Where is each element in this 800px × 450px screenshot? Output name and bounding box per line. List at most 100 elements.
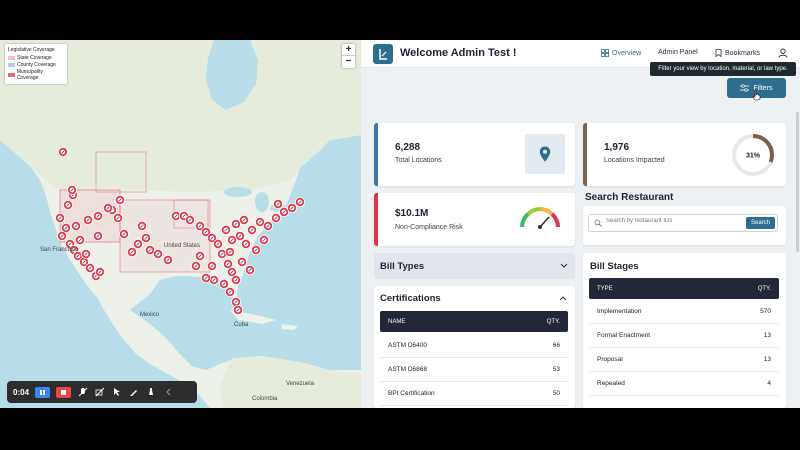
pause-button[interactable] [35, 386, 51, 398]
nav-admin-panel[interactable]: Admin Panel [658, 49, 698, 56]
map-marker[interactable] [218, 278, 229, 289]
map-marker[interactable] [75, 234, 86, 245]
map-marker[interactable] [184, 214, 195, 225]
map-marker[interactable] [127, 246, 138, 257]
restaurant-search-box[interactable]: Search [588, 214, 778, 232]
nav-bookmarks[interactable]: Bookmarks [715, 49, 760, 57]
camera-off-button[interactable] [94, 387, 105, 398]
map-marker[interactable] [230, 274, 241, 285]
map-marker[interactable] [93, 210, 104, 221]
map-marker[interactable] [132, 238, 143, 249]
map-marker[interactable] [258, 234, 269, 245]
non-compliance-label: Non-Compliance Risk [395, 224, 463, 231]
map-marker[interactable] [220, 224, 231, 235]
card-accent [583, 123, 587, 186]
total-locations-value: 6,288 [395, 142, 421, 153]
column-header-qty[interactable]: QTY. [547, 319, 560, 325]
map-marker[interactable] [226, 234, 237, 245]
map-marker[interactable] [270, 212, 281, 223]
stage-type: Implementation [597, 308, 642, 315]
map-marker[interactable] [286, 202, 297, 213]
bill-types-accordion[interactable]: Bill Types [374, 253, 575, 279]
highlighter-button[interactable] [145, 387, 156, 398]
map-marker[interactable] [190, 260, 201, 271]
map-marker[interactable] [81, 248, 92, 259]
certifications-card: Certifications NAME QTY. ASTM D6400 66 A… [374, 286, 575, 408]
table-row[interactable]: Formal Enactment 13 [589, 324, 779, 348]
restaurant-search-button[interactable]: Search [746, 217, 775, 229]
recorder-time: 0:04 [13, 387, 30, 397]
map-marker[interactable] [250, 244, 261, 255]
nav-overview[interactable]: Overview [601, 49, 641, 57]
map-marker[interactable] [294, 196, 305, 207]
legend-label: State Coverage [17, 55, 52, 61]
map-marker[interactable] [85, 262, 96, 273]
map-marker[interactable] [67, 184, 78, 195]
chevron-up-icon[interactable] [559, 295, 567, 301]
map-marker[interactable] [71, 220, 82, 231]
zoom-out-button[interactable]: − [342, 56, 355, 68]
app-logo[interactable] [373, 44, 393, 64]
map-marker[interactable] [58, 147, 69, 158]
map-marker[interactable] [83, 214, 94, 225]
zoom-in-button[interactable]: + [342, 44, 355, 56]
column-header-name[interactable]: NAME [388, 319, 405, 325]
coverage-map[interactable]: United States San Francisco Mexico Cuba … [0, 40, 361, 408]
map-marker[interactable] [246, 224, 257, 235]
table-row[interactable]: Repealed 4 [589, 372, 779, 396]
collapse-toolbar-button[interactable] [162, 387, 173, 398]
map-marker[interactable] [113, 212, 124, 223]
stage-qty: 4 [767, 380, 771, 387]
map-marker[interactable] [93, 230, 104, 241]
map-marker[interactable] [162, 254, 173, 265]
stage-qty: 570 [760, 308, 771, 315]
user-icon [778, 48, 788, 58]
map-marker[interactable] [236, 256, 247, 267]
map-marker[interactable] [103, 202, 114, 213]
map-marker[interactable] [63, 199, 74, 210]
grid-icon [601, 49, 609, 57]
pointer-button[interactable] [111, 387, 122, 398]
map-marker[interactable] [238, 214, 249, 225]
table-row[interactable]: ASTM D6868 53 [380, 358, 568, 382]
map-marker[interactable] [212, 238, 223, 249]
map-marker[interactable] [152, 248, 163, 259]
legend-label: County Coverage [17, 62, 56, 68]
cert-qty: 53 [552, 366, 560, 373]
map-marker[interactable] [272, 198, 283, 209]
map-marker[interactable] [136, 220, 147, 231]
stop-button[interactable] [56, 386, 72, 398]
map-marker[interactable] [262, 220, 273, 231]
recorder-toolbar: 0:04 [7, 381, 197, 403]
impact-percent: 31% [746, 153, 761, 160]
map-marker[interactable] [200, 272, 211, 283]
map-marker[interactable] [240, 238, 251, 249]
table-row[interactable]: ASTM D6400 66 [380, 334, 568, 358]
mic-off-button[interactable] [77, 387, 88, 398]
filters-tooltip: Filter your view by location, material, … [650, 62, 796, 76]
column-header-qty[interactable]: QTY. [758, 286, 771, 292]
column-header-type[interactable]: TYPE [597, 286, 613, 292]
map-marker[interactable] [194, 250, 205, 261]
map-label-united-states: United States [164, 243, 201, 249]
map-marker[interactable] [232, 304, 243, 315]
user-profile-button[interactable] [778, 48, 788, 58]
certifications-title: Certifications [380, 293, 441, 304]
map-marker[interactable] [224, 286, 235, 297]
table-row[interactable]: Proposal 13 [589, 348, 779, 372]
map-marker[interactable] [95, 266, 106, 277]
map-marker[interactable] [244, 264, 255, 275]
map-marker[interactable] [55, 212, 66, 223]
table-row[interactable]: Implementation 570 [589, 300, 779, 324]
panel-scrollbar[interactable] [796, 112, 799, 252]
map-marker[interactable] [115, 194, 126, 205]
map-marker[interactable] [57, 230, 68, 241]
map-marker[interactable] [140, 232, 151, 243]
bookmark-icon [715, 49, 722, 57]
restaurant-search-input[interactable] [606, 218, 736, 224]
map-marker[interactable] [119, 228, 130, 239]
map-marker[interactable] [224, 246, 235, 257]
map-marker[interactable] [206, 260, 217, 271]
pen-button[interactable] [128, 387, 139, 398]
table-row[interactable]: BPI Certification 50 [380, 382, 568, 406]
